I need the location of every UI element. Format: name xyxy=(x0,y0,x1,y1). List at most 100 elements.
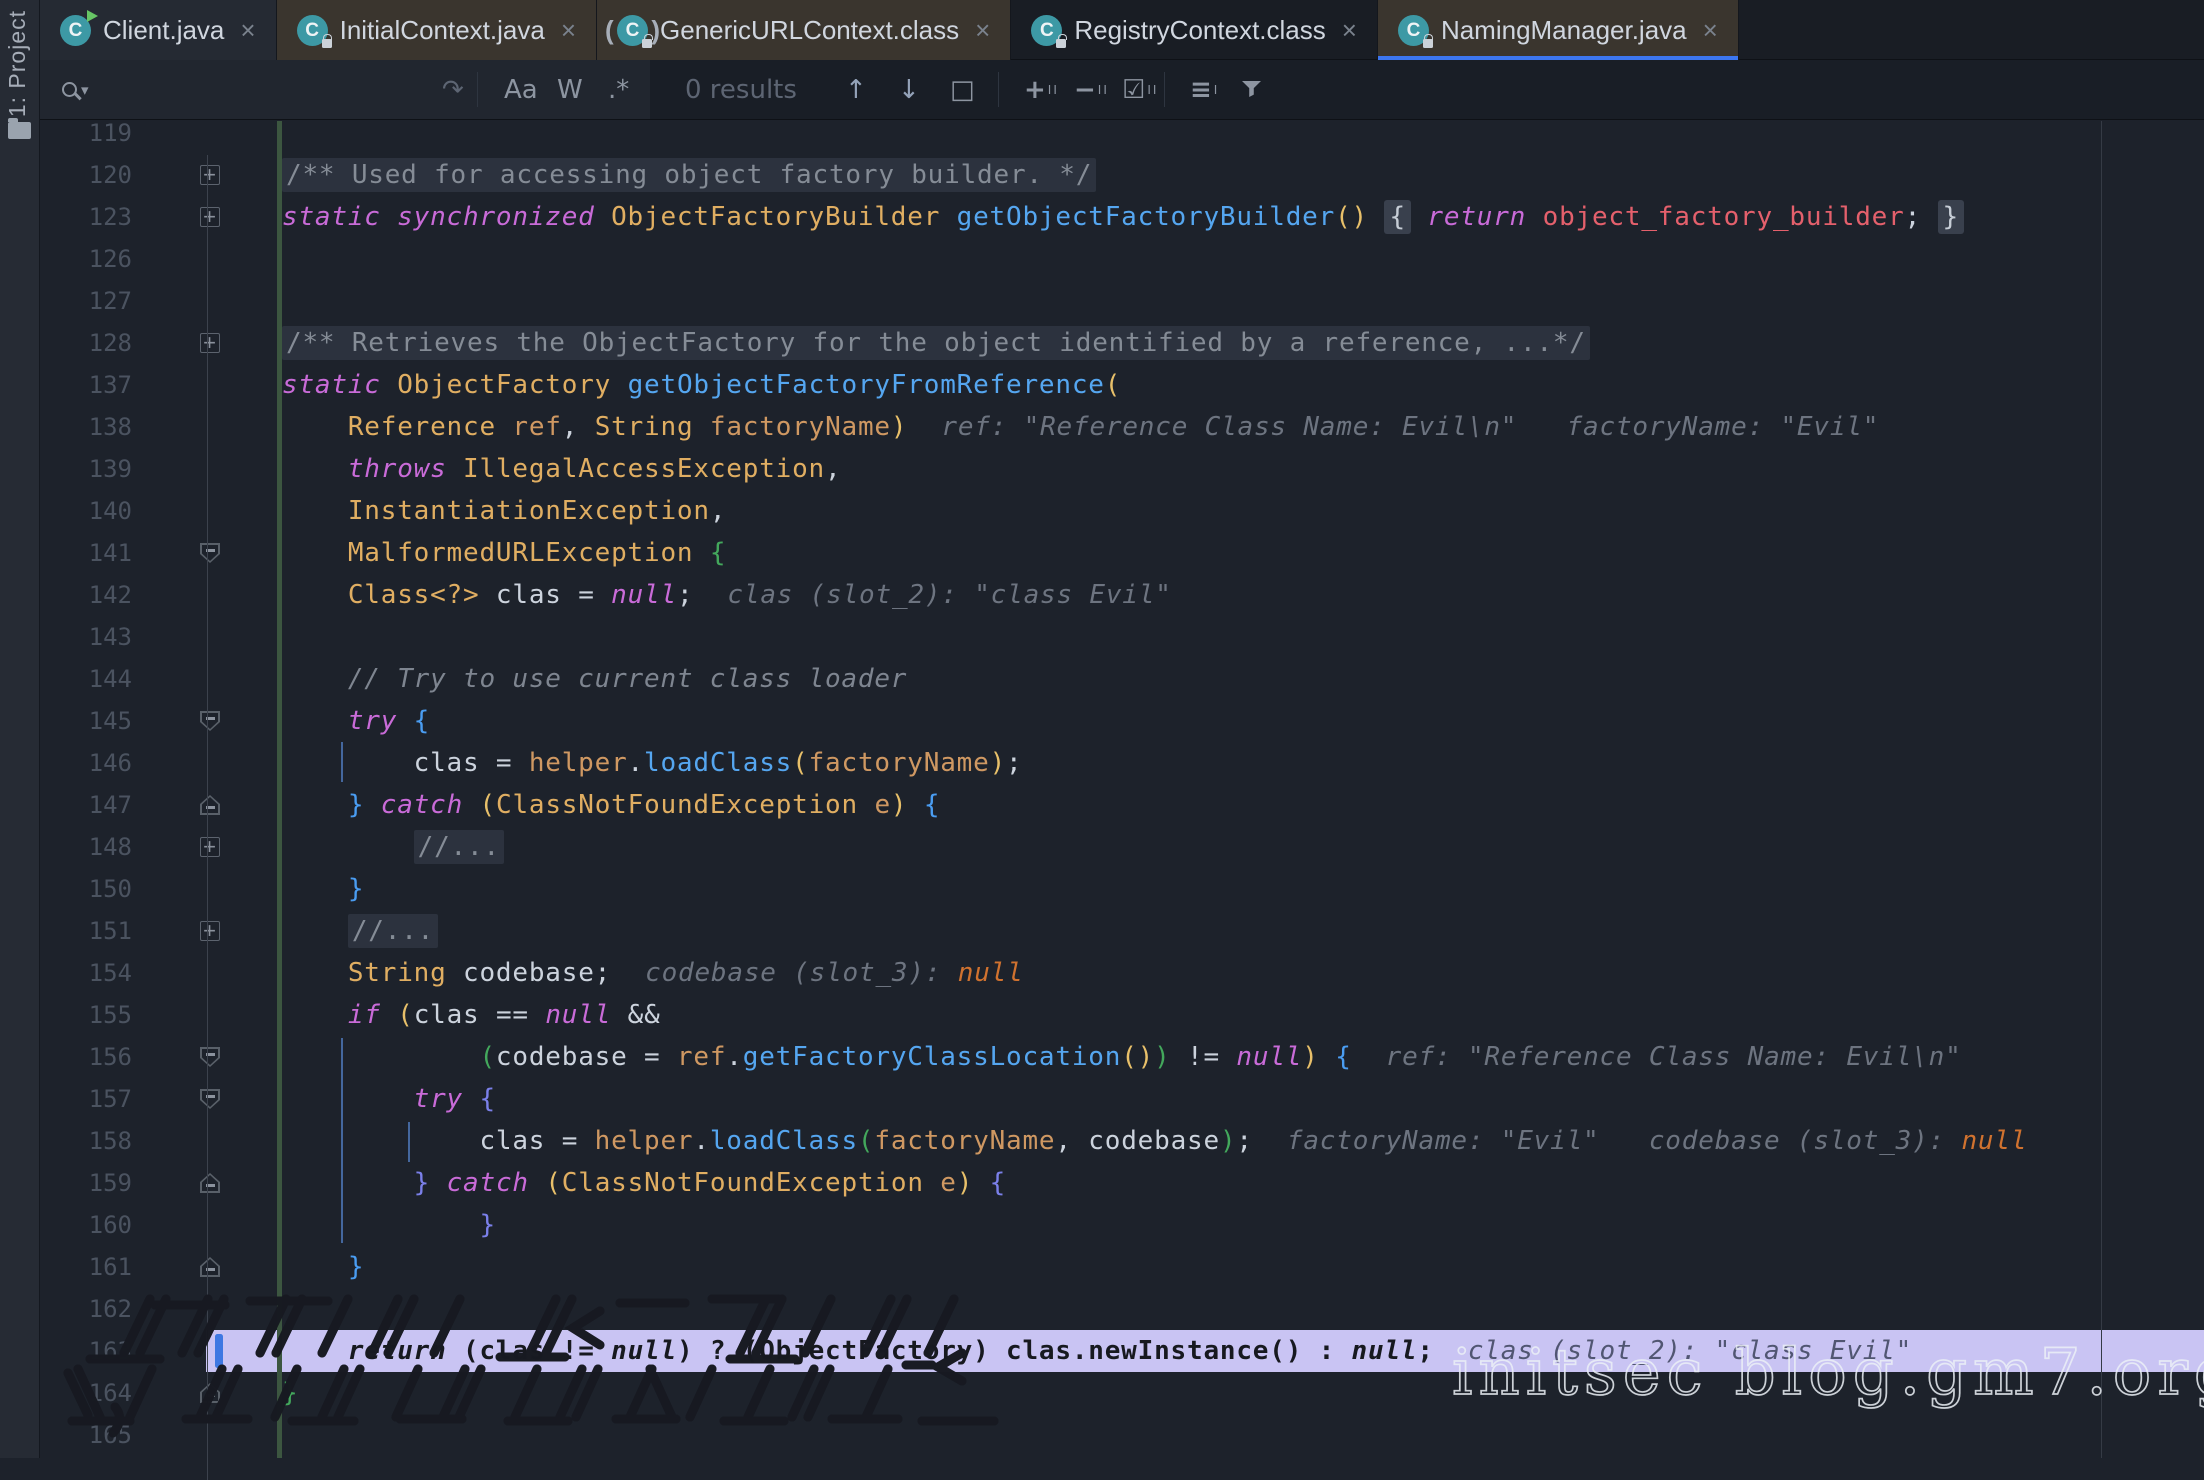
java-class-decompiled-lock-icon: ( C ) xyxy=(617,15,648,46)
code-line-140[interactable]: 140 InstantiationException, xyxy=(40,490,2204,532)
line-number[interactable]: 160 xyxy=(40,1204,132,1246)
code-line-159[interactable]: 159 } catch (ClassNotFoundException e) { xyxy=(40,1162,2204,1204)
code-line-160[interactable]: 160 } xyxy=(40,1204,2204,1246)
tab-label: RegistryContext.class xyxy=(1074,15,1325,46)
code-text: } xyxy=(40,868,2204,910)
tab-initialcontext-java[interactable]: C InitialContext.java × xyxy=(277,0,597,60)
search-icon[interactable]: ▾ xyxy=(62,60,89,119)
fold-marker-icon[interactable] xyxy=(200,921,220,941)
line-number[interactable]: 140 xyxy=(40,490,132,532)
line-number[interactable]: 150 xyxy=(40,868,132,910)
line-number[interactable]: 151 xyxy=(40,910,132,952)
tab-label: NamingManager.java xyxy=(1441,15,1687,46)
code-line-147[interactable]: 147 } catch (ClassNotFoundException e) { xyxy=(40,784,2204,826)
code-line-148[interactable]: 148 //... xyxy=(40,826,2204,868)
code-line-155[interactable]: 155 if (clas == null && xyxy=(40,994,2204,1036)
restore-search-icon[interactable]: ↷ xyxy=(442,60,464,119)
code-line-128[interactable]: 128/** Retrieves the ObjectFactory for t… xyxy=(40,322,2204,364)
code-text: Reference ref, String factoryName)ref: "… xyxy=(40,406,2204,448)
code-line-161[interactable]: 161 } xyxy=(40,1246,2204,1288)
code-line-150[interactable]: 150 } xyxy=(40,868,2204,910)
code-line-138[interactable]: 138 Reference ref, String factoryName)re… xyxy=(40,406,2204,448)
line-number[interactable]: 123 xyxy=(40,196,132,238)
line-number[interactable]: 141 xyxy=(40,532,132,574)
line-number[interactable]: 137 xyxy=(40,364,132,406)
remove-occurrence-icon[interactable]: −II xyxy=(1074,60,1109,119)
line-number[interactable]: 120 xyxy=(40,154,132,196)
line-number[interactable]: 143 xyxy=(40,616,132,658)
code-line-127[interactable]: 127 xyxy=(40,280,2204,322)
line-number[interactable]: 148 xyxy=(40,826,132,868)
line-number[interactable]: 158 xyxy=(40,1120,132,1162)
code-line-146[interactable]: 146 clas = helper.loadClass(factoryName)… xyxy=(40,742,2204,784)
line-number[interactable]: 147 xyxy=(40,784,132,826)
tab-namingmanager-java[interactable]: C NamingManager.java × xyxy=(1378,0,1739,60)
code-line-158[interactable]: 158 clas = helper.loadClass(factoryName,… xyxy=(40,1120,2204,1162)
code-line-143[interactable]: 143 xyxy=(40,616,2204,658)
code-line-151[interactable]: 151 //... xyxy=(40,910,2204,952)
line-number[interactable]: 139 xyxy=(40,448,132,490)
code-text: clas = helper.loadClass(factoryName); xyxy=(40,742,2204,784)
line-number[interactable]: 154 xyxy=(40,952,132,994)
line-number[interactable]: 155 xyxy=(40,994,132,1036)
lock-badge-icon xyxy=(1423,39,1433,48)
folder-icon[interactable] xyxy=(8,122,31,139)
line-number[interactable]: 144 xyxy=(40,658,132,700)
code-text: /** Retrieves the ObjectFactory for the … xyxy=(40,322,2204,364)
tab-close-icon[interactable]: × xyxy=(1342,15,1357,46)
fold-marker-icon[interactable] xyxy=(200,165,220,185)
paren-close-icon: ) xyxy=(651,15,660,46)
code-line-123[interactable]: 123static synchronized ObjectFactoryBuil… xyxy=(40,196,2204,238)
select-all-occurrences-icon[interactable]: ☑II xyxy=(1122,60,1158,119)
tab-close-icon[interactable]: × xyxy=(975,15,990,46)
project-tool-window-label[interactable]: 1: Project xyxy=(4,10,31,117)
search-input[interactable] xyxy=(100,68,420,110)
line-number[interactable]: 126 xyxy=(40,238,132,280)
code-line-120[interactable]: 120/** Used for accessing object factory… xyxy=(40,154,2204,196)
tab-client-java[interactable]: C Client.java × xyxy=(40,0,277,60)
line-number[interactable]: 156 xyxy=(40,1036,132,1078)
tab-genericurlcontext-class[interactable]: ( C ) GenericURLContext.class × xyxy=(597,0,1011,60)
lock-badge-icon xyxy=(642,39,652,48)
code-line-145[interactable]: 145 try { xyxy=(40,700,2204,742)
filter-search-results-icon[interactable] xyxy=(1242,60,1261,119)
line-number[interactable]: 157 xyxy=(40,1078,132,1120)
code-line-157[interactable]: 157 try { xyxy=(40,1078,2204,1120)
code-line-154[interactable]: 154 String codebase;codebase (slot_3): n… xyxy=(40,952,2204,994)
line-number[interactable]: 128 xyxy=(40,322,132,364)
line-number[interactable]: 161 xyxy=(40,1246,132,1288)
code-line-144[interactable]: 144 // Try to use current class loader xyxy=(40,658,2204,700)
tab-close-icon[interactable]: × xyxy=(561,15,576,46)
next-occurrence-button[interactable]: ↓ xyxy=(898,60,920,119)
filter-lines-icon[interactable]: ≡I xyxy=(1190,60,1219,119)
code-line-142[interactable]: 142 Class<?> clas = null;clas (slot_2): … xyxy=(40,574,2204,616)
code-line-126[interactable]: 126 xyxy=(40,238,2204,280)
words-toggle[interactable]: W xyxy=(557,60,583,119)
code-line-139[interactable]: 139 throws IllegalAccessException, xyxy=(40,448,2204,490)
tab-close-icon[interactable]: × xyxy=(240,15,255,46)
fold-marker-icon[interactable] xyxy=(200,207,220,227)
line-number[interactable]: 138 xyxy=(40,406,132,448)
line-number[interactable]: 142 xyxy=(40,574,132,616)
tab-close-icon[interactable]: × xyxy=(1703,15,1718,46)
tab-registrycontext-class[interactable]: C RegistryContext.class × xyxy=(1011,0,1378,60)
line-number[interactable]: 146 xyxy=(40,742,132,784)
vcs-added-stripe[interactable] xyxy=(277,121,282,1458)
search-in-selection-icon[interactable]: □ xyxy=(950,60,975,119)
code-text: } catch (ClassNotFoundException e) { xyxy=(40,1162,2204,1204)
line-number[interactable]: 145 xyxy=(40,700,132,742)
fold-marker-icon[interactable] xyxy=(200,837,220,857)
line-number[interactable]: 127 xyxy=(40,280,132,322)
previous-occurrence-button[interactable]: ↑ xyxy=(845,60,867,119)
debugger-inline-hint: ref: "Reference Class Name: Evil\n" xyxy=(1386,1036,1962,1078)
code-line-137[interactable]: 137static ObjectFactory getObjectFactory… xyxy=(40,364,2204,406)
regex-toggle[interactable]: .* xyxy=(608,60,629,119)
code-text: InstantiationException, xyxy=(40,490,2204,532)
add-occurrence-icon[interactable]: +II xyxy=(1024,60,1059,119)
line-number[interactable]: 159 xyxy=(40,1162,132,1204)
code-line-156[interactable]: 156 (codebase = ref.getFactoryClassLocat… xyxy=(40,1036,2204,1078)
code-line-141[interactable]: 141 MalformedURLException { xyxy=(40,532,2204,574)
editor-pane[interactable]: 119120/** Used for accessing object fact… xyxy=(40,121,2204,1458)
fold-marker-icon[interactable] xyxy=(200,333,220,353)
match-case-toggle[interactable]: Aa xyxy=(504,60,538,119)
